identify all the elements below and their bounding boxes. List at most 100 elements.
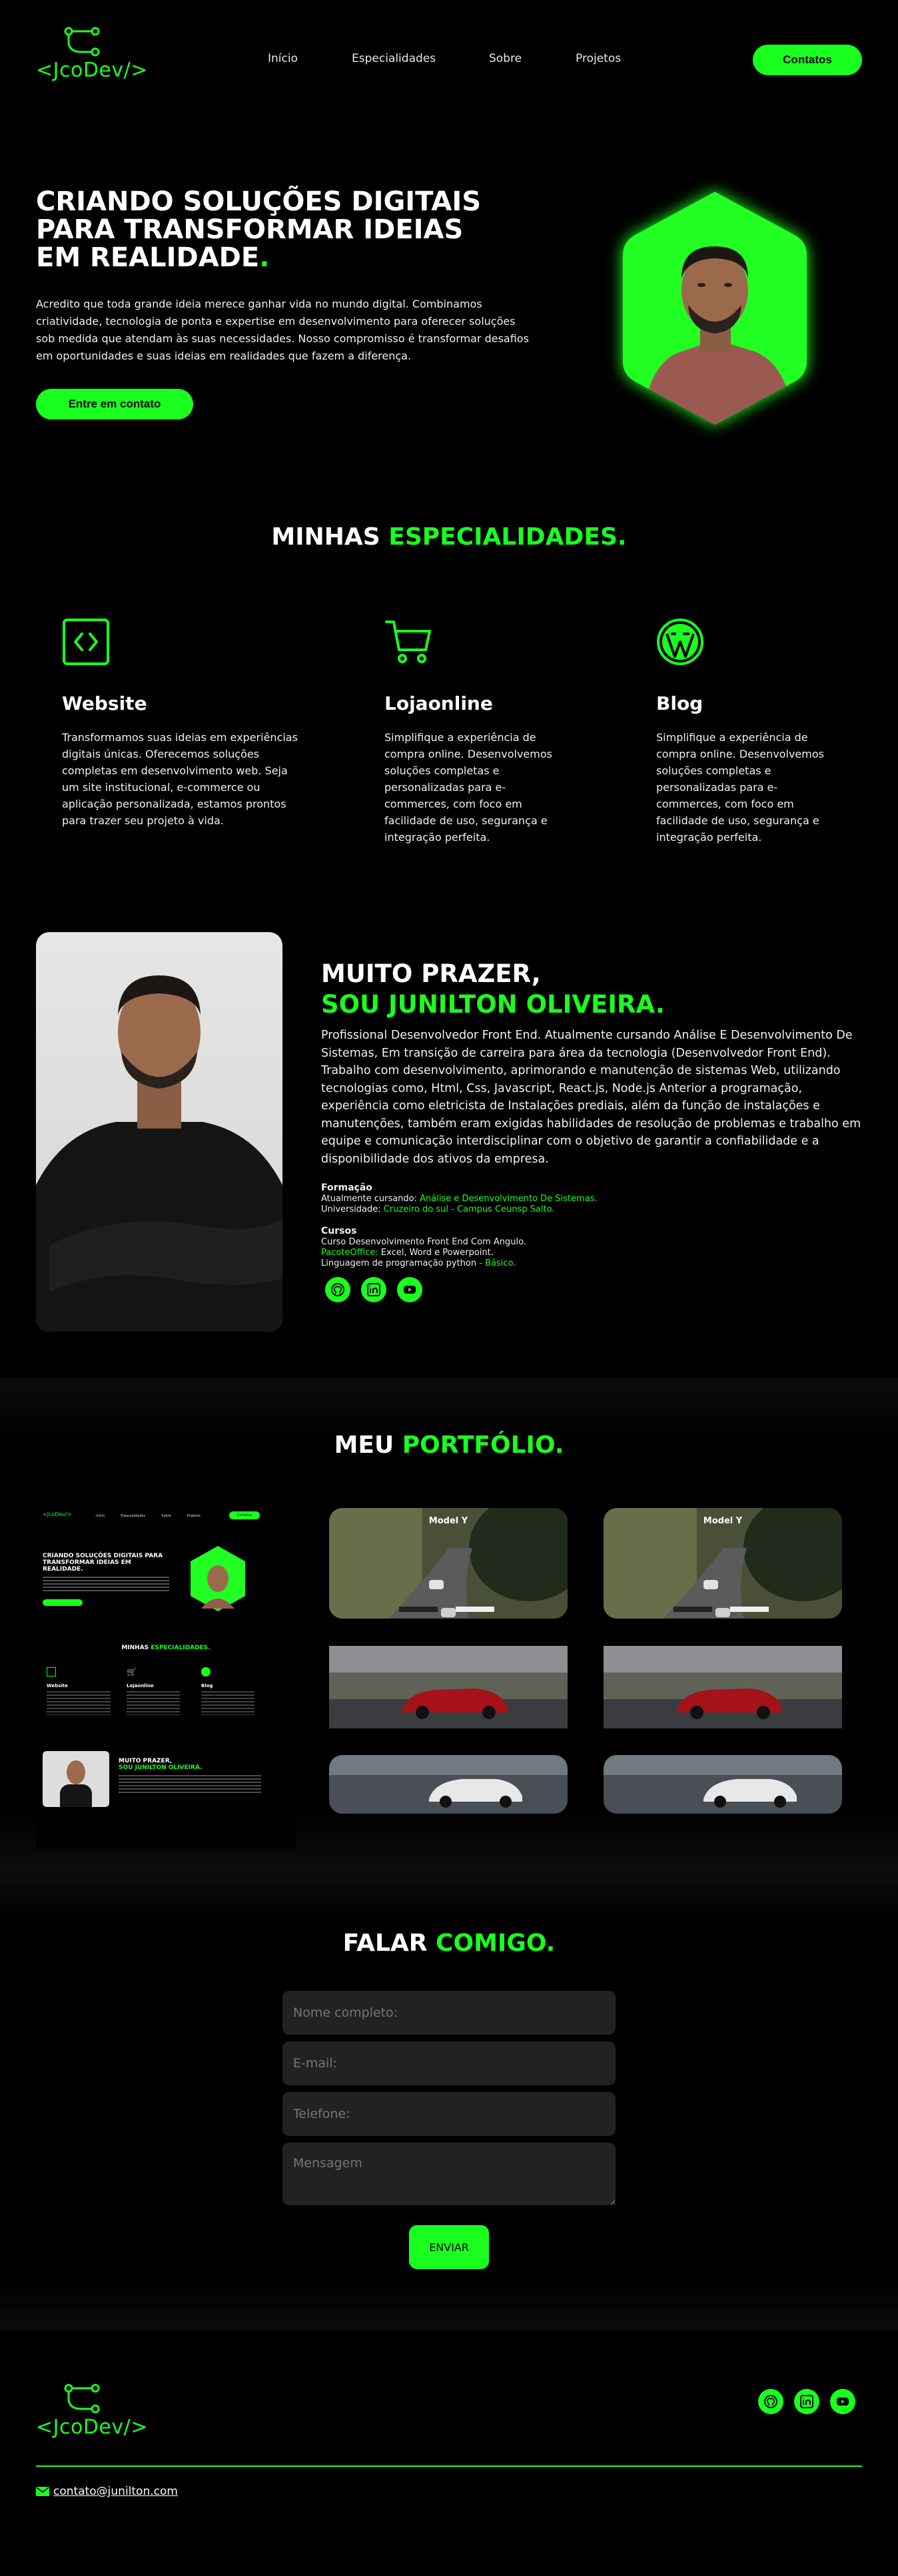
nav-projetos[interactable]: Projetos — [576, 52, 621, 65]
mini-logo: <JcoDev/> — [43, 1511, 72, 1517]
hero-title-dot: . — [259, 242, 270, 273]
footer-email-link[interactable]: contato@junilton.com — [36, 2485, 178, 2498]
message-textarea[interactable] — [282, 2143, 616, 2205]
specialties-title-white: Minhas — [271, 523, 380, 551]
course-item-prefix: Linguagem de programação python — [321, 1258, 480, 1268]
logo-network-icon — [64, 2384, 100, 2414]
logo[interactable]: <JcoDev/> — [36, 27, 148, 82]
mini-spec-title-green: especialidades. — [151, 1645, 211, 1651]
about-socials — [325, 1277, 422, 1302]
courses-label: Cursos — [321, 1226, 357, 1236]
footer-divider — [36, 2465, 862, 2467]
footer-email: contato@junilton.com — [53, 2485, 178, 2498]
mini-hero-title: Criando soluções digitais para transform… — [43, 1553, 163, 1573]
logo-network-icon — [64, 27, 100, 57]
mini-spec-title: Minhas especialidades. — [36, 1645, 296, 1651]
get-in-touch-button[interactable]: Entre em contato — [36, 389, 193, 419]
specialties-title: Minhas especialidades. — [0, 523, 898, 551]
specialty-text: Simplifique a experiência de compra onli… — [656, 731, 824, 844]
portfolio-thumb-red-car-2[interactable] — [604, 1646, 842, 1728]
footer-socials — [758, 2389, 855, 2414]
github-icon — [331, 1283, 344, 1296]
course-item-prefix: PacoteOffice: — [321, 1248, 381, 1258]
formation-course-value: Análise e Desenvolvimento De Sistemas. — [420, 1194, 598, 1204]
specialty-card-lojaonline: Lojaonline Simplifique a experiência de … — [384, 618, 561, 846]
nav-especialidades[interactable]: Especialidades — [352, 52, 436, 65]
send-button[interactable]: ENVIAR — [409, 2225, 489, 2269]
youtube-button[interactable] — [397, 1277, 422, 1302]
about-photo — [36, 932, 282, 1332]
mini-card-text — [201, 1691, 254, 1715]
about-title: Muito prazer, Sou Junilton Oliveira. — [321, 959, 665, 1020]
portfolio-title: Meu Portfólio. — [0, 1431, 898, 1459]
portfolio-title-green: Portfólio. — [402, 1431, 564, 1459]
about-title-white: Muito prazer, — [321, 959, 541, 988]
specialty-title: Lojaonline — [384, 692, 493, 714]
logo-text: <JcoDev/> — [36, 59, 148, 82]
github-button[interactable] — [758, 2389, 783, 2414]
site-header: <JcoDev/> Início Especialidades Sobre Pr… — [0, 0, 898, 127]
specialty-title: Website — [62, 692, 147, 714]
formation-university-value: Cruzeiro do sul - Campus Ceunsp Salto. — [383, 1204, 555, 1214]
mini-about-title-white: Muito prazer, — [119, 1758, 173, 1764]
mini-about-title: Muito prazer, Sou Junilton Oliveira. — [119, 1758, 203, 1771]
portfolio-thumb-white-car-1[interactable] — [329, 1755, 568, 1814]
portfolio-thumb-red-car-1[interactable] — [329, 1646, 568, 1728]
mini-nav-item: Início — [96, 1514, 105, 1518]
mini-code-icon — [47, 1667, 56, 1676]
linkedin-button[interactable] — [794, 2389, 819, 2414]
cart-icon — [385, 621, 431, 663]
about-section: Muito prazer, Sou Junilton Oliveira. Prof… — [0, 925, 898, 1378]
mail-icon — [36, 2487, 49, 2496]
about-info: Formação Atualmente cursando: Análise e … — [321, 1182, 598, 1269]
mini-card-title: Website — [47, 1683, 68, 1688]
hero-section: Criando soluções digitais para transform… — [0, 127, 898, 499]
specialty-card-blog: Blog Simplifique a experiência de compra… — [656, 618, 829, 846]
portfolio-thumb-model-y-1[interactable]: Model Y — [329, 1508, 568, 1619]
footer-logo[interactable]: <JcoDev/> — [36, 2384, 148, 2439]
mini-card-title: Lojaonline — [127, 1683, 154, 1688]
mini-cta: Contatos — [229, 1511, 260, 1519]
mini-about-text — [119, 1775, 261, 1794]
contact-title: Falar comigo. — [0, 1930, 898, 1957]
mini-card-text — [127, 1691, 180, 1715]
hero-title-text: Criando soluções digitais para transform… — [36, 186, 482, 273]
mini-card-text — [47, 1691, 111, 1715]
nav-sobre[interactable]: Sobre — [489, 52, 522, 65]
specialties-section: Minhas especialidades. Website Transform… — [0, 499, 898, 925]
contacts-button[interactable]: Contatos — [753, 45, 862, 75]
youtube-button[interactable] — [830, 2389, 855, 2414]
mini-nav: Início Especialidades Sobre Projetos — [96, 1514, 201, 1518]
about-title-green: Sou Junilton Oliveira. — [321, 990, 665, 1019]
linkedin-button[interactable] — [361, 1277, 386, 1302]
portfolio-thumb-model-y-2[interactable]: Model Y — [604, 1508, 842, 1619]
mini-card-title: Blog — [201, 1683, 213, 1688]
mini-cart-icon: 🛒 — [127, 1667, 137, 1676]
mini-hero-text — [43, 1577, 169, 1591]
formation-university-label: Universidade: — [321, 1204, 384, 1214]
nav-inicio[interactable]: Início — [268, 52, 298, 65]
phone-input[interactable] — [282, 2092, 616, 2136]
github-button[interactable] — [325, 1277, 350, 1302]
email-input[interactable] — [282, 2041, 616, 2085]
formation-label: Formação — [321, 1182, 372, 1193]
portfolio-title-white: Meu — [334, 1431, 394, 1459]
mini-about-title-green: Sou Junilton Oliveira. — [119, 1764, 203, 1771]
portfolio-site-preview[interactable]: <JcoDev/> Início Especialidades Sobre Pr… — [36, 1502, 296, 1848]
linkedin-icon — [800, 2395, 813, 2408]
contact-title-white: Falar — [342, 1930, 428, 1957]
about-bio: Profissional Desenvolvedor Front End. At… — [321, 1029, 861, 1166]
full-name-input[interactable] — [282, 1991, 616, 2035]
wordpress-icon — [657, 619, 703, 665]
portfolio-thumb-white-car-2[interactable] — [604, 1755, 842, 1814]
linkedin-icon — [367, 1283, 380, 1296]
mini-about-photo — [43, 1751, 109, 1807]
code-icon — [63, 619, 109, 665]
contact-section: Falar comigo. ENVIAR — [0, 1871, 898, 2330]
hero-description: Acredito que toda grande ideia merece ga… — [36, 298, 529, 362]
course-item: Curso Desenvolvimento Front End Com Angu… — [321, 1237, 526, 1247]
course-item-level: - Básico. — [479, 1258, 516, 1268]
footer-logo-text: <JcoDev/> — [36, 2416, 148, 2439]
hero-title: Criando soluções digitais para transform… — [36, 188, 502, 272]
specialty-text: Transformamos suas ideias em experiência… — [62, 731, 298, 827]
